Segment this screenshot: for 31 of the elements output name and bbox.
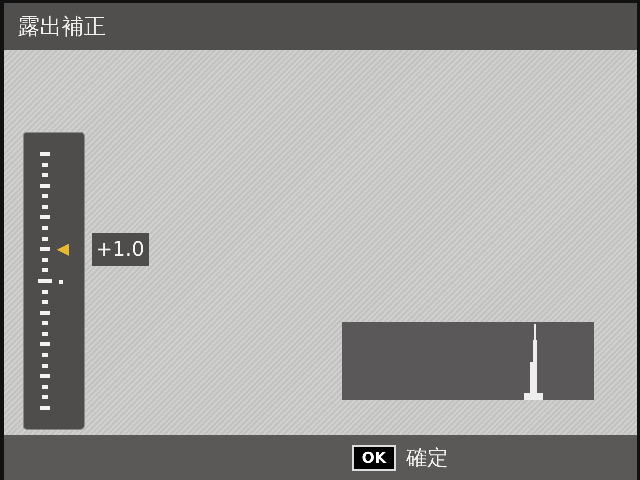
scale-tick xyxy=(42,204,48,209)
scale-tick xyxy=(40,406,50,410)
scale-tick xyxy=(40,374,50,378)
scale-tick xyxy=(42,268,48,272)
exposure-value: +1.0 xyxy=(92,233,149,266)
scale-tick xyxy=(42,258,48,262)
marker-icon[interactable] xyxy=(56,243,70,257)
scale-tick xyxy=(38,278,52,283)
scale-tick xyxy=(42,236,48,241)
scale-tick xyxy=(42,332,48,336)
scale-tick xyxy=(42,384,48,389)
scale-tick xyxy=(42,364,48,368)
scale-tick xyxy=(40,152,50,156)
scale-tick xyxy=(42,173,48,178)
scale-tick xyxy=(42,290,48,294)
scale-tick xyxy=(42,226,48,230)
screen-title: 露出補正 xyxy=(18,14,106,42)
ok-key: OK xyxy=(352,444,396,470)
scale-tick xyxy=(42,162,48,167)
scale-tick xyxy=(42,395,48,400)
scale-tick xyxy=(40,310,50,315)
scale-tick xyxy=(42,300,48,304)
scale-tick xyxy=(40,247,50,252)
scale-tick xyxy=(42,321,48,326)
scale-tick xyxy=(40,215,50,220)
scale-tick xyxy=(42,194,48,198)
scale-tick xyxy=(42,352,48,357)
scale-tick xyxy=(40,184,50,188)
exposure-scale[interactable] xyxy=(23,132,85,430)
scale-tick xyxy=(40,342,50,346)
confirm-label: 確定 xyxy=(406,444,448,472)
